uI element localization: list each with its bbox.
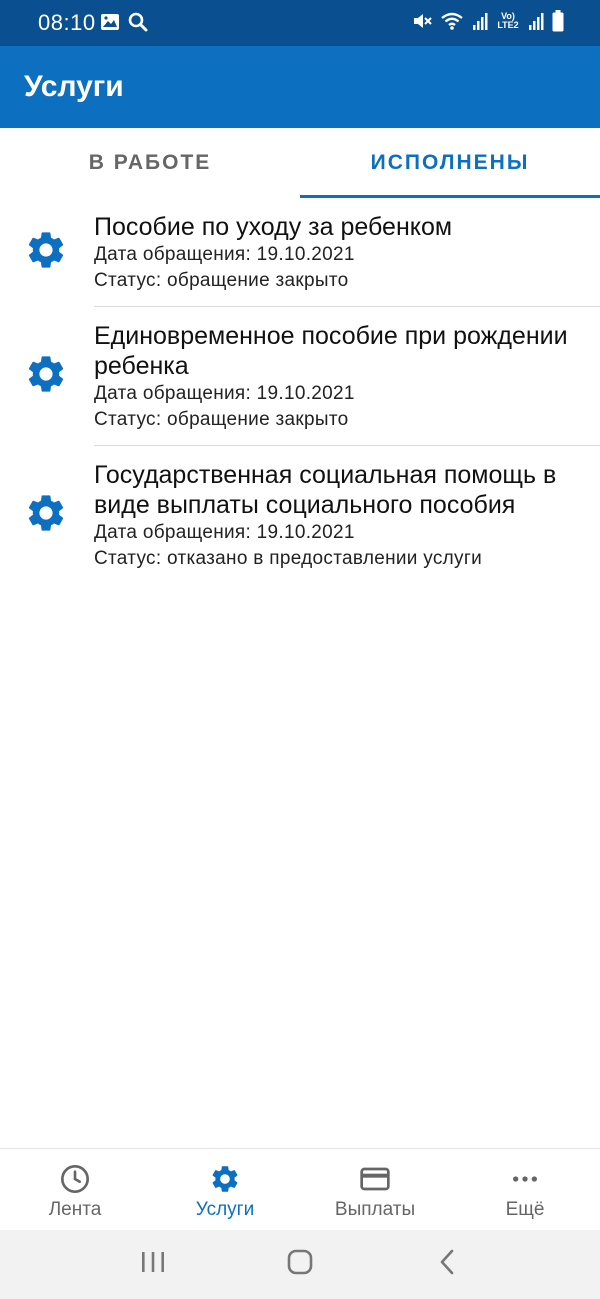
status-right-icons: Vo) LTE2: [412, 10, 564, 32]
nav-services[interactable]: Услуги: [150, 1149, 300, 1230]
back-icon: [438, 1249, 456, 1280]
signal-icon: [528, 11, 544, 31]
list-item[interactable]: Единовременное пособие при рождении ребе…: [0, 307, 600, 446]
nav-payments-label: Выплаты: [334, 1199, 416, 1220]
home-icon: [287, 1249, 313, 1280]
service-title: Пособие по уходу за ребенком: [94, 213, 453, 241]
status-bar: 08:10 Vo) LTE2: [0, 0, 600, 46]
list-item[interactable]: Пособие по уходу за ребенком Дата обраще…: [0, 198, 600, 307]
tab-in-progress[interactable]: В РАБОТЕ: [0, 128, 300, 198]
list-item[interactable]: Государственная социальная помощь в виде…: [0, 446, 600, 584]
service-title: Единовременное пособие при рождении ребе…: [94, 322, 568, 380]
page-title: Услуги: [24, 70, 124, 103]
more-icon: [509, 1163, 541, 1195]
gear-icon: [24, 491, 68, 540]
tab-completed[interactable]: ИСПОЛНЕНЫ: [300, 128, 600, 198]
signal-icon: [472, 11, 488, 31]
card-icon: [359, 1163, 391, 1195]
gear-icon: [24, 228, 68, 277]
nav-feed-label: Лента: [48, 1199, 102, 1220]
battery-icon: [552, 10, 564, 32]
clock-icon: [59, 1163, 91, 1195]
system-navigation: [0, 1230, 600, 1299]
app-bar: Услуги: [0, 46, 600, 128]
service-status: Статус: отказано в предоставлении услуги: [94, 548, 482, 569]
nav-feed[interactable]: Лента: [0, 1149, 150, 1230]
recent-apps-button[interactable]: [123, 1240, 183, 1290]
gear-icon: [24, 352, 68, 401]
volte-icon: Vo) LTE2: [497, 11, 519, 30]
search-icon: [128, 12, 148, 32]
service-date: Дата обращения: 19.10.2021: [94, 522, 355, 543]
nav-services-label: Услуги: [195, 1199, 255, 1220]
gear-icon: [209, 1163, 241, 1195]
nav-more[interactable]: Ещё: [450, 1149, 600, 1230]
home-button[interactable]: [270, 1240, 330, 1290]
service-date: Дата обращения: 19.10.2021: [94, 383, 355, 404]
service-title: Государственная социальная помощь в виде…: [94, 461, 557, 519]
nav-payments[interactable]: Выплаты: [300, 1149, 450, 1230]
status-time: 08:10: [38, 10, 96, 35]
status-left-icons: [100, 12, 148, 32]
wifi-icon: [440, 11, 464, 31]
mute-icon: [412, 11, 432, 31]
back-button[interactable]: [417, 1240, 477, 1290]
services-list: Пособие по уходу за ребенком Дата обраще…: [0, 198, 600, 584]
tab-bar: В РАБОТЕ ИСПОЛНЕНЫ: [0, 128, 600, 198]
recent-apps-icon: [140, 1250, 166, 1279]
service-date: Дата обращения: 19.10.2021: [94, 244, 355, 265]
image-icon: [100, 13, 120, 31]
service-status: Статус: обращение закрыто: [94, 409, 349, 430]
bottom-navigation: Лента Услуги Выплаты Ещё: [0, 1148, 600, 1230]
service-status: Статус: обращение закрыто: [94, 270, 349, 291]
nav-more-label: Ещё: [505, 1199, 545, 1220]
